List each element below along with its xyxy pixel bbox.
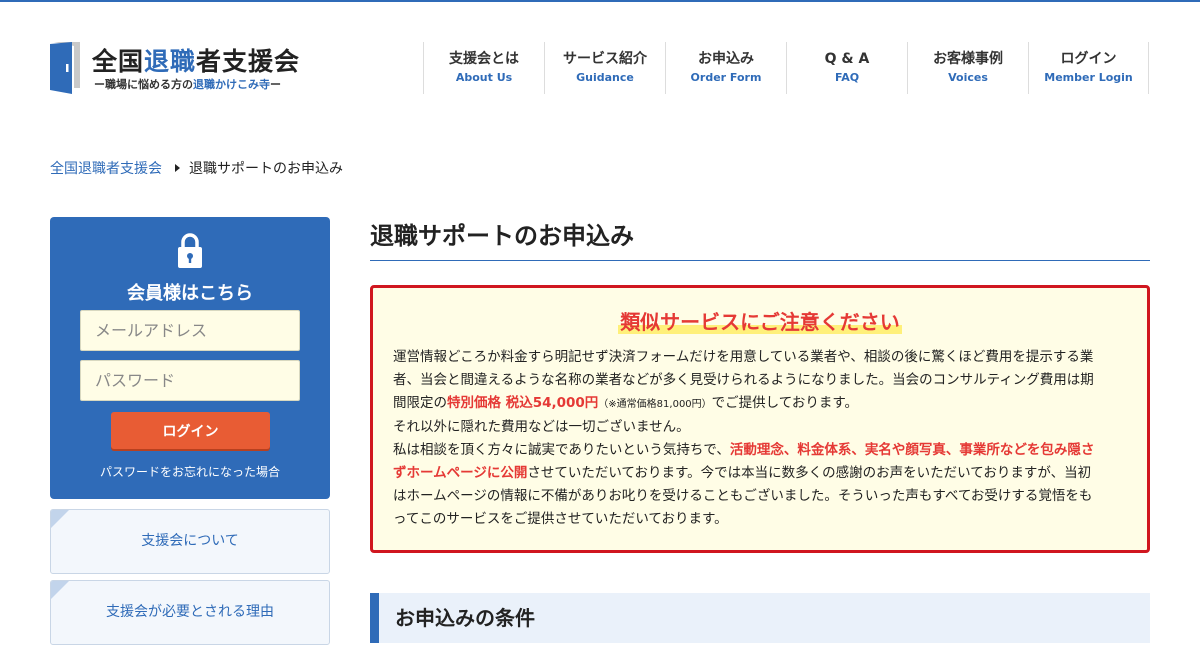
site-logo[interactable]: 全国退職者支援会 ー職場に悩める方の退職かけこみ寺ー bbox=[50, 42, 300, 96]
password-input[interactable] bbox=[80, 360, 300, 401]
email-input[interactable] bbox=[80, 310, 300, 351]
sidebar-link-label: 支援会が必要とされる理由 bbox=[106, 604, 274, 620]
warning-notice-box: 類似サービスにご注意ください 運営情報どころか料金すら明記せず決済フォームだけを… bbox=[370, 285, 1150, 553]
door-logo-icon bbox=[50, 42, 80, 94]
title-divider bbox=[370, 260, 1150, 261]
top-accent-line bbox=[0, 0, 1200, 2]
sidebar-link-about[interactable]: 支援会について bbox=[50, 509, 330, 574]
page-title: 退職サポートのお申込み bbox=[370, 222, 634, 250]
warning-paragraph-3: 私は相談を頂く方々に誠実でありたいという気持ちで、活動理念、料金体系、実名や顔写… bbox=[393, 442, 1095, 527]
warning-body: 運営情報どころか料金すら明記せず決済フォームだけを用意している業者や、相談の後に… bbox=[393, 346, 1098, 531]
logo-title: 全国退職者支援会 bbox=[92, 47, 301, 76]
warning-title: 類似サービスにご注意ください bbox=[618, 310, 902, 334]
breadcrumb-arrow-icon bbox=[175, 164, 180, 172]
logo-tagline: ー職場に悩める方の退職かけこみ寺ー bbox=[94, 78, 281, 91]
sidebar-link-reasons[interactable]: 支援会が必要とされる理由 bbox=[50, 580, 330, 645]
global-nav: 支援会とは About Us サービス紹介 Guidance お申込み Order F… bbox=[423, 42, 1149, 94]
corner-decoration bbox=[51, 510, 69, 528]
section-heading-conditions: お申込みの条件 bbox=[370, 593, 1150, 643]
warning-paragraph-2: それ以外に隠れた費用などは一切ございません。 bbox=[393, 419, 690, 435]
nav-order-form[interactable]: お申込み Order Form bbox=[665, 42, 786, 94]
breadcrumb: 全国退職者支援会 退職サポートのお申込み bbox=[50, 158, 343, 178]
nav-voices[interactable]: お客様事例 Voices bbox=[907, 42, 1028, 94]
forgot-password-link[interactable]: パスワードをお忘れになった場合 bbox=[50, 463, 330, 480]
sidebar-link-label: 支援会について bbox=[141, 533, 239, 549]
breadcrumb-home-link[interactable]: 全国退職者支援会 bbox=[50, 158, 162, 178]
corner-decoration bbox=[51, 581, 69, 599]
nav-faq[interactable]: Q & A FAQ bbox=[786, 42, 907, 94]
breadcrumb-current: 退職サポートのお申込み bbox=[189, 161, 343, 177]
login-title: 会員様はこちら bbox=[127, 283, 253, 304]
login-button[interactable]: ログイン bbox=[111, 412, 270, 449]
nav-member-login[interactable]: ログイン Member Login bbox=[1028, 42, 1149, 94]
warning-paragraph-1: 運営情報どころか料金すら明記せず決済フォームだけを用意している業者や、相談の後に… bbox=[393, 349, 1094, 411]
nav-about[interactable]: 支援会とは About Us bbox=[423, 42, 544, 94]
lock-icon bbox=[178, 233, 202, 268]
member-login-box: 会員様はこちら ログイン パスワードをお忘れになった場合 bbox=[50, 217, 330, 499]
nav-guidance[interactable]: サービス紹介 Guidance bbox=[544, 42, 665, 94]
